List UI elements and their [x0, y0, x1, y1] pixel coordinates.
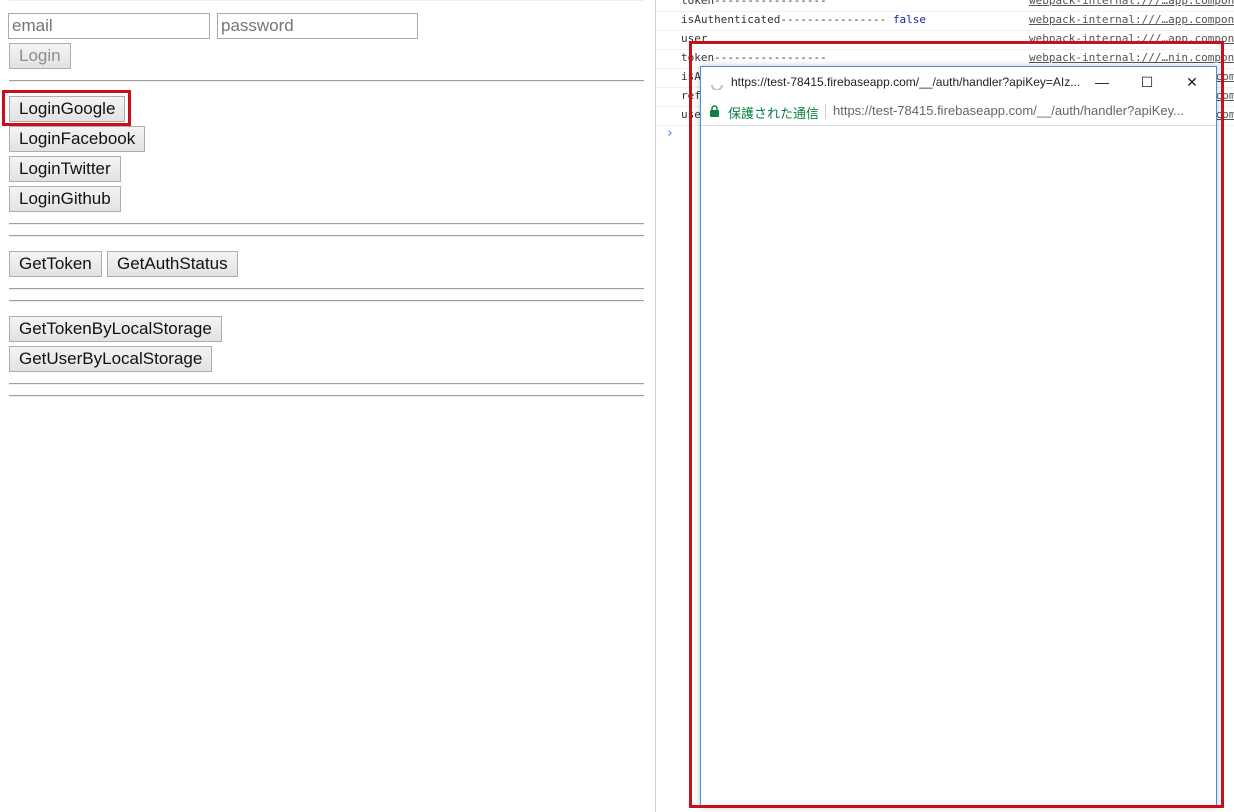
divider — [9, 300, 644, 302]
get-token-by-local-storage-button[interactable]: GetTokenByLocalStorage — [9, 316, 222, 342]
password-input[interactable] — [217, 13, 418, 39]
console-source-link[interactable]: webpack-internal:///…app.compone — [1029, 11, 1234, 29]
divider — [9, 223, 644, 225]
email-input[interactable] — [8, 13, 210, 39]
highlight-box-login-google — [2, 90, 131, 126]
console-message: isAuthenticated---------------- false — [681, 13, 927, 26]
get-auth-status-button[interactable]: GetAuthStatus — [107, 251, 238, 277]
app-pane: Login LoginGoogle LoginFacebook LoginTwi… — [0, 0, 655, 812]
divider — [9, 288, 644, 290]
console-value: false — [892, 13, 927, 26]
get-user-by-local-storage-button[interactable]: GetUserByLocalStorage — [9, 346, 213, 372]
console-log-row: isAuthenticated---------------- false we… — [656, 11, 1234, 31]
divider — [9, 395, 644, 397]
top-divider — [9, 0, 644, 1]
divider — [9, 383, 644, 385]
console-source-link[interactable]: webpack-internal:///…app.compone — [1029, 0, 1234, 10]
divider — [9, 80, 644, 82]
login-button[interactable]: Login — [9, 43, 71, 69]
divider — [9, 235, 644, 237]
console-prompt-icon[interactable]: › — [666, 126, 674, 141]
get-token-button[interactable]: GetToken — [9, 251, 102, 277]
console-message: token----------------- — [681, 0, 827, 7]
login-twitter-button[interactable]: LoginTwitter — [9, 156, 121, 182]
highlight-box-popup — [689, 41, 1224, 808]
login-github-button[interactable]: LoginGithub — [9, 186, 121, 212]
login-facebook-button[interactable]: LoginFacebook — [9, 126, 146, 152]
